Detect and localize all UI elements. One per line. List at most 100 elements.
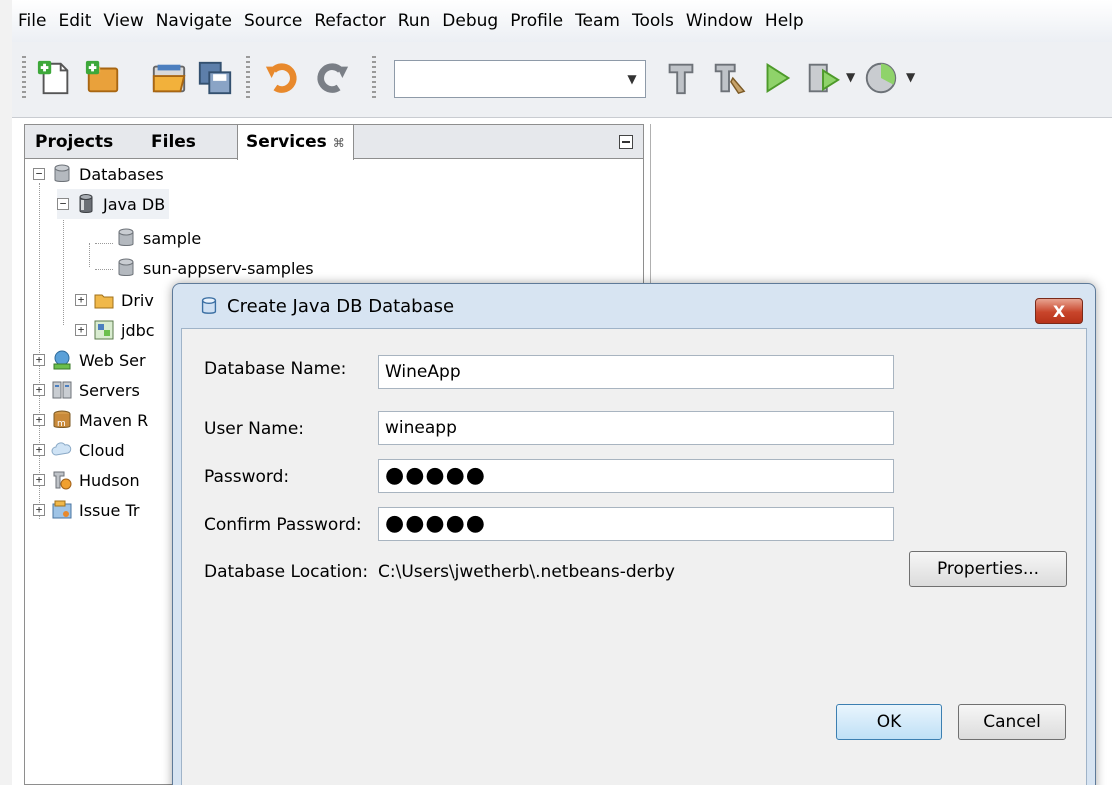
user-name-label: User Name:	[204, 419, 305, 439]
open-project-icon[interactable]	[148, 56, 190, 100]
confirm-password-field[interactable]: ●●●●●	[378, 507, 894, 541]
tree-item-hudson[interactable]: + Hudson	[33, 465, 140, 495]
panel-tabs: Projects Files Services ⌘	[25, 125, 643, 160]
cloud-icon	[51, 439, 73, 461]
tree-item-servers[interactable]: + Servers	[33, 375, 140, 405]
menu-team[interactable]: Team	[569, 11, 626, 31]
dialog-title-bar[interactable]: Create Java DB Database	[173, 284, 1095, 328]
tree-item-label: Issue Tr	[79, 500, 140, 520]
servers-icon	[51, 379, 73, 401]
menu-debug[interactable]: Debug	[436, 11, 504, 31]
tab-services-label: Services	[246, 132, 327, 152]
password-label: Password:	[204, 467, 290, 487]
maven-icon: m	[51, 409, 73, 431]
close-tab-icon[interactable]: ⌘	[333, 136, 345, 150]
menu-bar: File Edit View Navigate Source Refactor …	[12, 0, 1112, 42]
expand-icon[interactable]: +	[75, 294, 87, 306]
tree-item-sample[interactable]: sample	[115, 223, 201, 253]
menu-tools[interactable]: Tools	[626, 11, 680, 31]
tree-item-label: Web Ser	[79, 350, 146, 370]
create-java-db-dialog: Create Java DB Database X Database Name:…	[172, 283, 1096, 785]
expand-icon[interactable]: +	[33, 354, 45, 366]
database-name-label: Database Name:	[204, 359, 347, 379]
collapse-icon[interactable]: −	[57, 198, 69, 210]
tree-item-sun-appserv-samples[interactable]: sun-appserv-samples	[115, 253, 314, 283]
tree-connector	[63, 213, 64, 325]
menu-source[interactable]: Source	[238, 11, 308, 31]
configuration-combo[interactable]: ▼	[394, 60, 646, 98]
tree-item-label: Java DB	[103, 194, 166, 214]
expand-icon[interactable]: +	[33, 414, 45, 426]
tree-item-maven-repositories[interactable]: + m Maven R	[33, 405, 148, 435]
menu-help[interactable]: Help	[759, 11, 810, 31]
menu-profile[interactable]: Profile	[504, 11, 569, 31]
window-edge	[0, 0, 12, 785]
tree-item-label: jdbc	[121, 320, 155, 340]
tree-item-cloud[interactable]: + Cloud	[33, 435, 125, 465]
tree-item-label: Databases	[79, 164, 164, 184]
user-name-field[interactable]: wineapp	[378, 411, 894, 445]
tree-item-issue-trackers[interactable]: + Issue Tr	[33, 495, 139, 525]
new-file-icon[interactable]	[34, 56, 76, 100]
new-project-icon[interactable]	[82, 56, 124, 100]
profile-icon[interactable]	[860, 56, 902, 100]
menu-file[interactable]: File	[12, 11, 52, 31]
tree-item-databases[interactable]: − Databases	[33, 159, 164, 189]
tab-projects[interactable]: Projects	[27, 125, 121, 159]
database-icon	[115, 227, 137, 249]
tree-item-drivers[interactable]: + Driv	[75, 285, 154, 315]
minimize-icon[interactable]	[619, 135, 633, 149]
run-icon[interactable]	[756, 56, 798, 100]
undo-icon[interactable]	[262, 56, 304, 100]
ok-button[interactable]: OK	[836, 704, 942, 740]
close-button[interactable]: X	[1035, 298, 1083, 324]
hudson-icon	[51, 469, 73, 491]
folder-icon	[93, 289, 115, 311]
debug-icon[interactable]	[802, 56, 844, 100]
web-services-icon	[51, 349, 73, 371]
toolbar-separator	[246, 56, 250, 100]
menu-view[interactable]: View	[97, 11, 149, 31]
database-name-field[interactable]: WineApp	[378, 355, 894, 389]
toolbar-grip	[22, 56, 26, 100]
expand-icon[interactable]: +	[33, 504, 45, 516]
tree-item-java-db[interactable]: − Java DB	[57, 189, 170, 219]
tab-services[interactable]: Services ⌘	[237, 125, 354, 160]
debug-dropdown-icon[interactable]: ▼	[846, 70, 855, 84]
expand-icon[interactable]: +	[33, 384, 45, 396]
redo-icon[interactable]	[310, 56, 352, 100]
expand-icon[interactable]: +	[75, 324, 87, 336]
database-location-label: Database Location:	[204, 562, 369, 582]
confirm-password-label: Confirm Password:	[204, 515, 362, 535]
tree-item-label: sun-appserv-samples	[143, 258, 314, 278]
tree-item-label: Driv	[121, 290, 154, 310]
menu-run[interactable]: Run	[392, 11, 437, 31]
menu-navigate[interactable]: Navigate	[150, 11, 238, 31]
tree-connector	[89, 243, 90, 267]
tree-item-jdbc[interactable]: + jdbc	[75, 315, 155, 345]
collapse-icon[interactable]: −	[33, 168, 45, 180]
expand-icon[interactable]: +	[33, 444, 45, 456]
java-db-icon	[75, 193, 97, 215]
java-db-cylinder-icon	[197, 294, 221, 318]
password-field[interactable]: ●●●●●	[378, 459, 894, 493]
menu-edit[interactable]: Edit	[52, 11, 97, 31]
issue-tracker-icon	[51, 499, 73, 521]
database-icon	[51, 163, 73, 185]
build-icon[interactable]	[660, 56, 702, 100]
database-icon	[115, 257, 137, 279]
tree-item-label: Cloud	[79, 440, 125, 460]
cancel-button[interactable]: Cancel	[958, 704, 1066, 740]
properties-button[interactable]: Properties...	[909, 551, 1067, 587]
menu-refactor[interactable]: Refactor	[308, 11, 391, 31]
toolbar-separator	[372, 56, 376, 100]
tab-files[interactable]: Files	[143, 125, 204, 159]
save-all-icon[interactable]	[194, 56, 236, 100]
tree-item-web-services[interactable]: + Web Ser	[33, 345, 146, 375]
menu-window[interactable]: Window	[680, 11, 759, 31]
profile-dropdown-icon[interactable]: ▼	[906, 70, 915, 84]
dialog-body: Database Name: WineApp User Name: wineap…	[181, 328, 1087, 785]
expand-icon[interactable]: +	[33, 474, 45, 486]
tree-connector	[95, 243, 113, 244]
clean-build-icon[interactable]	[708, 56, 750, 100]
